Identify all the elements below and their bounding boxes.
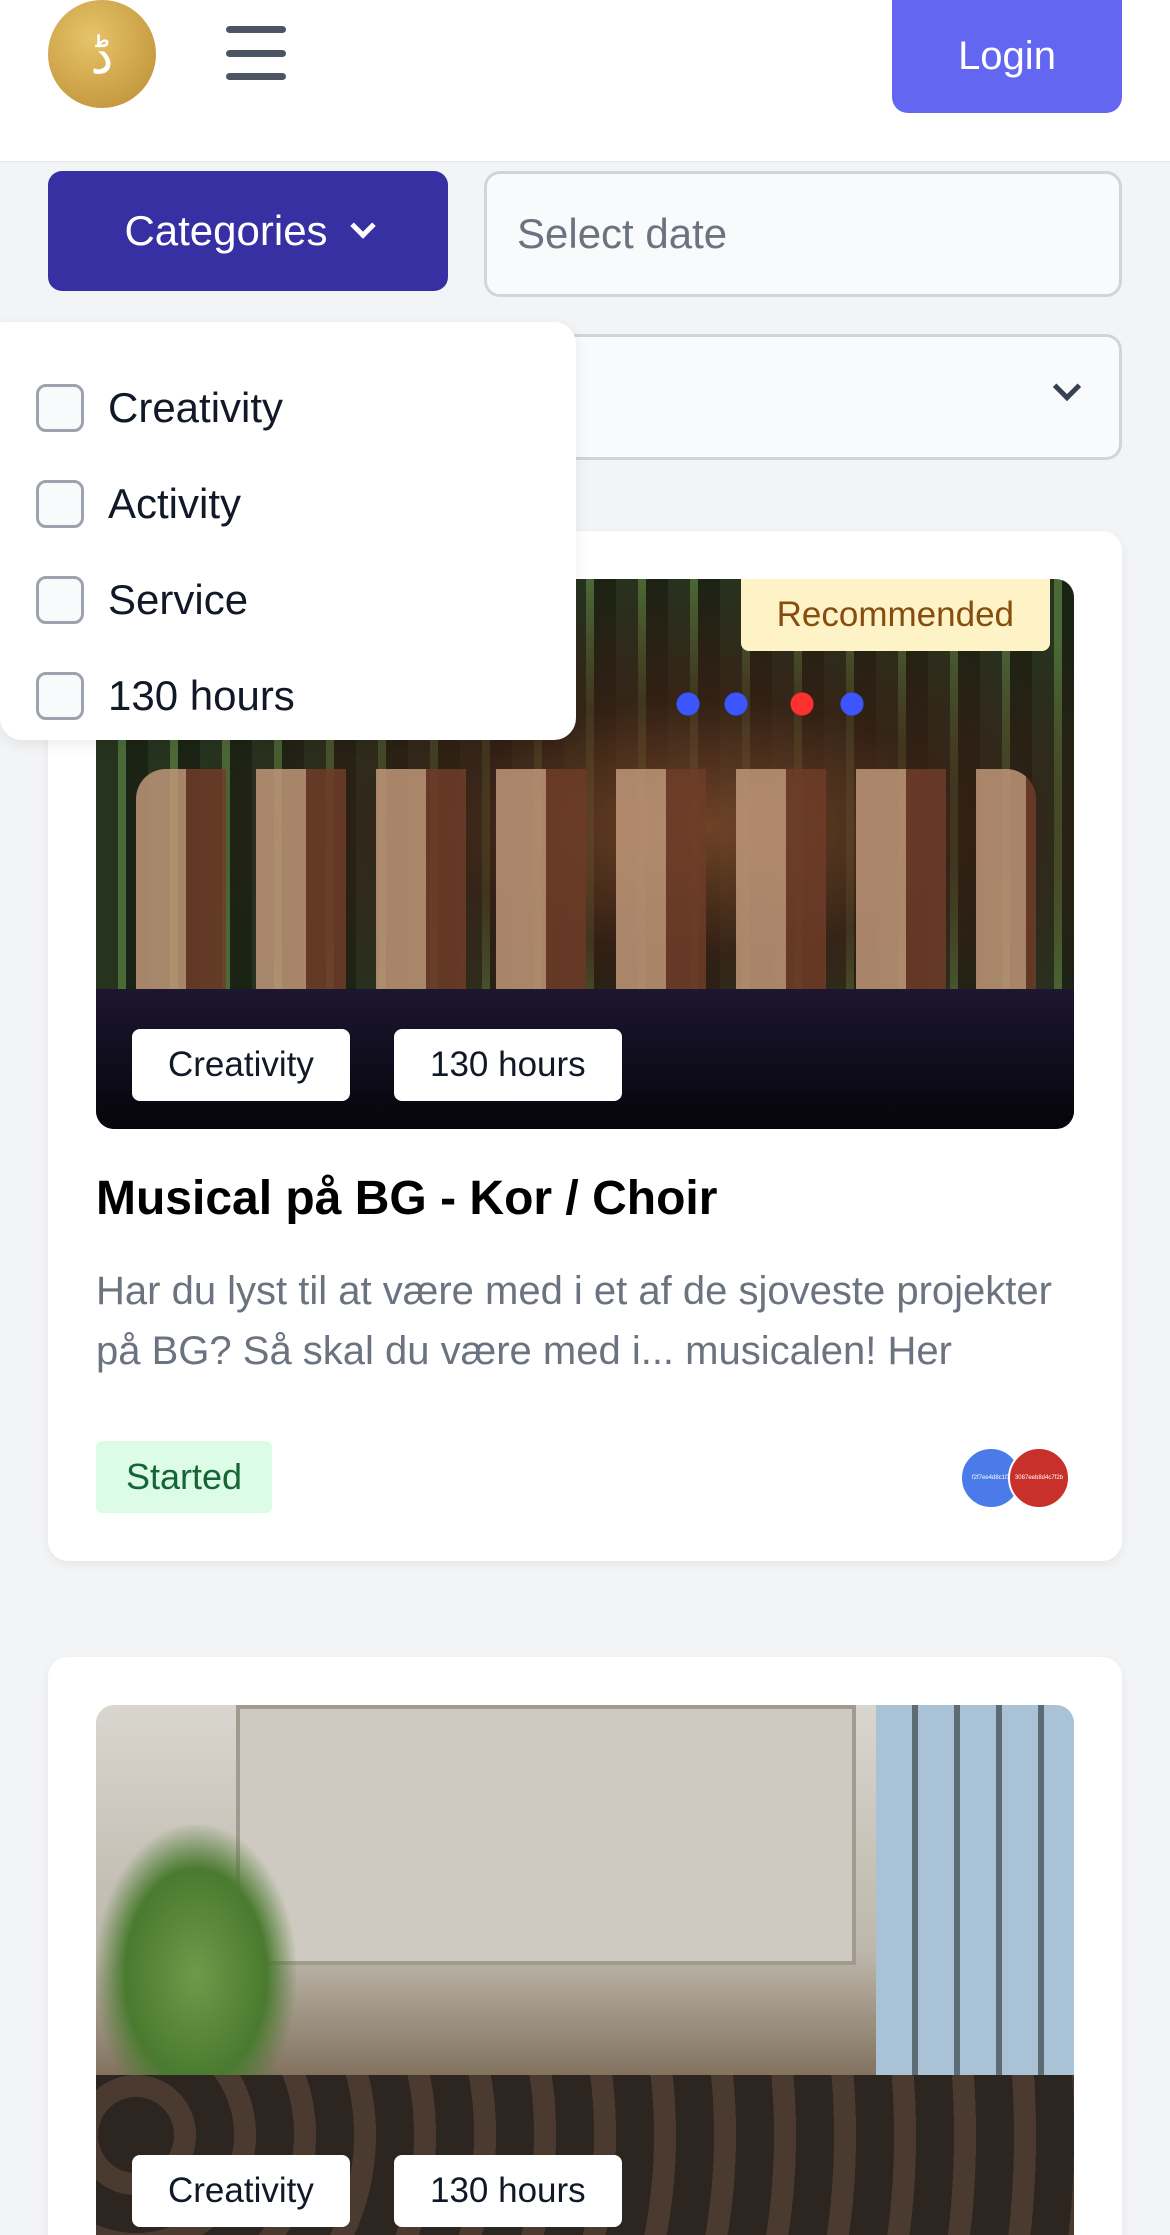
recommended-badge: Recommended [740, 579, 1050, 651]
checkbox[interactable] [36, 576, 84, 624]
participant-avatars: f2f7ee4d8c1f3 3087eeb8d4c7f2b [960, 1447, 1074, 1509]
tag-creativity: Creativity [132, 2155, 350, 2227]
logo-glyph: ڈ [90, 26, 114, 86]
category-option-creativity[interactable]: Creativity [0, 360, 576, 456]
category-option-label: 130 hours [108, 672, 295, 719]
categories-dropdown: Creativity Activity Service 130 hours [0, 322, 576, 740]
category-option-label: Service [108, 576, 249, 623]
category-option-label: Creativity [108, 384, 284, 431]
date-picker-input[interactable] [484, 171, 1122, 297]
checkbox[interactable] [36, 384, 84, 432]
category-option-activity[interactable]: Activity [0, 456, 576, 552]
card-image: Creativity 130 hours [96, 1705, 1074, 2235]
card-title[interactable]: Musical på BG - Kor / Choir [96, 1171, 717, 1226]
tag-hours: 130 hours [394, 1029, 622, 1101]
categories-label: Categories [124, 207, 328, 254]
checkbox[interactable] [36, 480, 84, 528]
tag-hours: 130 hours [394, 2155, 622, 2227]
logo[interactable]: ڈ [48, 0, 156, 108]
checkbox[interactable] [36, 672, 84, 720]
category-option-130-hours[interactable]: 130 hours [0, 648, 576, 744]
login-button[interactable]: Login [892, 0, 1122, 113]
card-description: Har du lyst til at være med i et af de s… [96, 1269, 1052, 1391]
chevron-down-icon [1052, 372, 1082, 402]
menu-icon[interactable] [226, 26, 286, 80]
avatar: 3087eeb8d4c7f2b [1008, 1447, 1070, 1509]
tag-creativity: Creativity [132, 1029, 350, 1101]
category-option-label: Activity [108, 480, 242, 527]
categories-button[interactable]: Categories [48, 171, 448, 291]
activity-card[interactable]: Creativity 130 hours [48, 1657, 1122, 2235]
top-navbar: ڈ Login [0, 0, 1170, 162]
status-badge: Started [96, 1441, 273, 1513]
chevron-down-icon [349, 213, 376, 239]
category-option-service[interactable]: Service [0, 552, 576, 648]
